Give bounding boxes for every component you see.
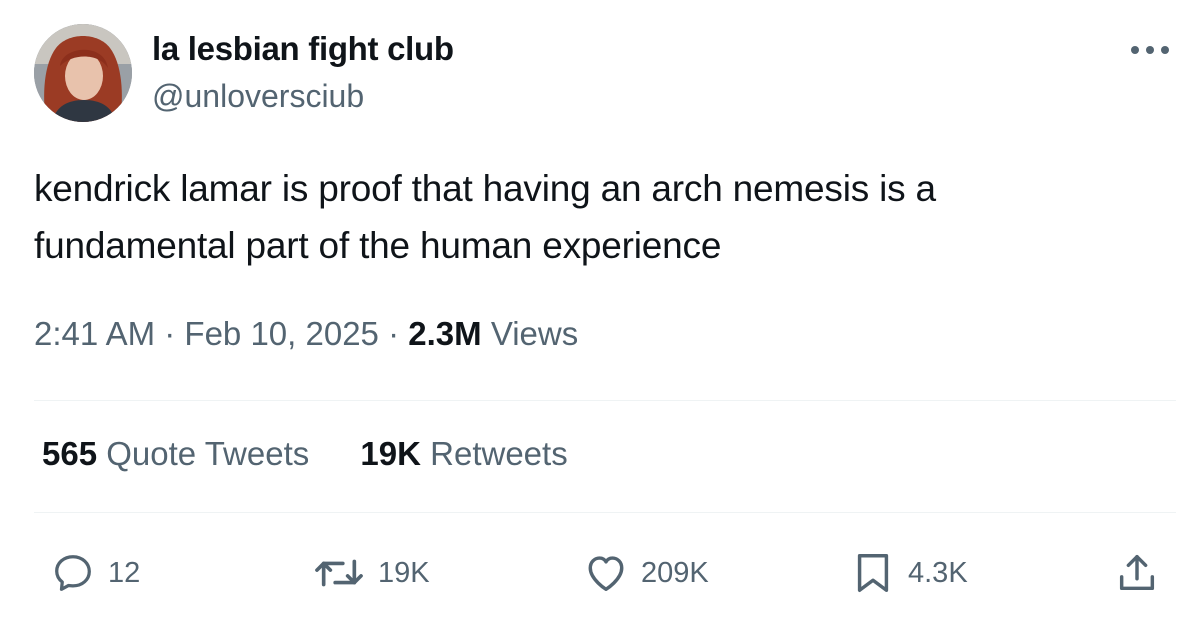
tweet-date[interactable]: Feb 10, 2025: [184, 315, 379, 352]
views-count: 2.3M: [408, 315, 482, 352]
speech-bubble-icon: [55, 555, 91, 591]
more-horizontal-icon: [1131, 46, 1169, 54]
avatar-image: [34, 24, 132, 122]
tweet-text: kendrick lamar is proof that having an a…: [34, 168, 936, 266]
quote-tweets-stat[interactable]: 565 Quote Tweets: [42, 435, 309, 473]
retweets-count: 19K: [360, 435, 421, 472]
quote-tweets-label: Quote Tweets: [106, 435, 310, 472]
tweet-time[interactable]: 2:41 AM: [34, 315, 155, 352]
meta-separator: ·: [388, 315, 400, 352]
meta-separator: ·: [164, 315, 176, 352]
handle[interactable]: @unloversciub: [152, 78, 364, 115]
tweet-meta: 2:41 AM · Feb 10, 2025 · 2.3M Views: [34, 315, 578, 353]
quote-tweets-count: 565: [42, 435, 98, 472]
reply-count: 12: [108, 556, 141, 589]
retweet-count: 19K: [378, 556, 430, 589]
avatar[interactable]: [34, 24, 132, 122]
share-button[interactable]: [1114, 548, 1160, 598]
divider: [34, 512, 1176, 513]
reply-button[interactable]: 12: [50, 548, 140, 598]
bookmark-icon: [857, 554, 889, 592]
retweets-label: Retweets: [430, 435, 568, 472]
like-button[interactable]: 209K: [583, 548, 709, 598]
retweet-button[interactable]: 19K: [312, 548, 430, 598]
views-label: Views: [490, 315, 579, 352]
engagement-stats: 565 Quote Tweets 19K Retweets: [42, 435, 568, 473]
heart-icon: [588, 556, 624, 592]
share-arrow-icon: [1119, 554, 1155, 591]
display-name[interactable]: la lesbian fight club: [152, 30, 454, 68]
more-button[interactable]: [1126, 30, 1174, 70]
bookmark-button[interactable]: 4.3K: [850, 548, 968, 598]
bookmark-count: 4.3K: [908, 556, 968, 589]
retweet-arrows-icon: [315, 559, 363, 587]
retweets-stat[interactable]: 19K Retweets: [360, 435, 567, 473]
divider: [34, 400, 1176, 401]
like-count: 209K: [641, 556, 709, 589]
